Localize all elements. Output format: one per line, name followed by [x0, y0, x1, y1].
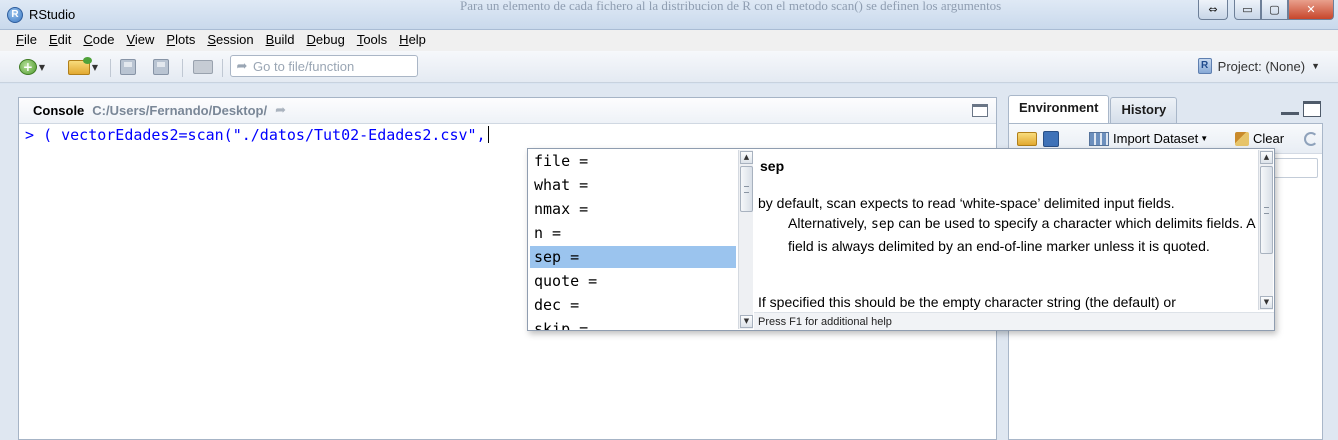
- window-title: RStudio: [29, 7, 76, 22]
- help-footer: Press F1 for additional help: [754, 312, 1274, 330]
- import-dataset-label: Import Dataset: [1113, 131, 1199, 146]
- maximize-pane-icon[interactable]: [1303, 101, 1321, 117]
- tab-environment[interactable]: Environment: [1008, 95, 1110, 123]
- grid-icon: [1089, 131, 1109, 146]
- completion-item[interactable]: quote =: [530, 270, 736, 292]
- maximize-pane-icon[interactable]: [972, 104, 988, 117]
- help-argument-name: sep: [760, 158, 785, 174]
- window-controls: ⇔ ▭ ▢ ✕: [1198, 0, 1334, 21]
- go-to-directory-icon[interactable]: ➦: [275, 103, 286, 118]
- menu-help[interactable]: Help: [393, 30, 432, 51]
- help-scrollbar[interactable]: ▲ ▼: [1258, 150, 1273, 310]
- chevron-down-icon: ▼: [1311, 61, 1320, 71]
- broom-icon: [1235, 131, 1249, 146]
- dropdown-arrow-icon: ▼: [1200, 134, 1209, 143]
- text-cursor: [487, 126, 489, 143]
- scroll-up-icon[interactable]: ▲: [1260, 151, 1273, 164]
- menu-bar: File Edit Code View Plots Session Build …: [0, 30, 1338, 51]
- help-panel: sep by default, scan expects to read ‘wh…: [754, 149, 1274, 312]
- project-label: Project: (None): [1217, 58, 1306, 74]
- save-button[interactable]: [118, 57, 138, 77]
- menu-tools[interactable]: Tools: [351, 30, 393, 51]
- load-workspace-icon[interactable]: [1017, 132, 1037, 146]
- menu-plots[interactable]: Plots: [160, 30, 201, 51]
- main-toolbar: + ▼ ▼: [0, 51, 1338, 83]
- go-to-file-input[interactable]: ➦ Go to file/function: [230, 55, 418, 77]
- console-input-text: ( vectorEdades2=scan("./datos/Tut02-Edad…: [43, 126, 486, 144]
- open-file-button[interactable]: ▼: [62, 56, 104, 77]
- menu-code[interactable]: Code: [77, 30, 120, 51]
- pane-tabs: Environment History: [1008, 95, 1323, 123]
- completion-item[interactable]: file =: [530, 150, 736, 172]
- background-window-text: Para un elemento de cada fichero al la d…: [460, 0, 1002, 13]
- help-text-line: If specified this should be the empty ch…: [758, 294, 1176, 310]
- go-to-placeholder: Go to file/function: [253, 58, 355, 74]
- save-all-button[interactable]: [150, 57, 172, 77]
- new-file-icon: +: [18, 59, 37, 75]
- console-input-line[interactable]: > ( vectorEdades2=scan("./datos/Tut02-Ed…: [25, 126, 489, 144]
- help-text-paragraph: Alternatively, sep can be used to specif…: [788, 215, 1255, 254]
- autocomplete-popup: file = what = nmax = n = sep = quote = d…: [527, 148, 1275, 331]
- dropdown-arrow-icon: ▼: [91, 62, 99, 72]
- scroll-down-icon[interactable]: ▼: [740, 315, 753, 328]
- import-dataset-button[interactable]: Import Dataset ▼: [1089, 131, 1208, 146]
- scroll-up-icon[interactable]: ▲: [740, 151, 753, 164]
- menu-debug[interactable]: Debug: [301, 30, 351, 51]
- console-label: Console: [33, 103, 85, 118]
- maximize-button[interactable]: ▢: [1261, 0, 1288, 20]
- clear-button[interactable]: Clear: [1235, 131, 1284, 146]
- clear-label: Clear: [1253, 131, 1285, 146]
- dropdown-arrow-icon: ▼: [38, 62, 46, 72]
- console-header: Console C:/Users/Fernando/Desktop/ ➦: [19, 98, 996, 124]
- refresh-icon[interactable]: [1304, 132, 1318, 146]
- help-text-line: by default, scan expects to read ‘white-…: [758, 195, 1175, 211]
- switch-window-button[interactable]: ⇔: [1198, 0, 1228, 20]
- pane-controls: [1281, 101, 1321, 117]
- scrollbar-thumb[interactable]: [1260, 166, 1273, 254]
- save-all-icon: [153, 59, 169, 75]
- completion-item[interactable]: skip =: [530, 318, 736, 330]
- title-bar: R RStudio Para un elemento de cada fiche…: [0, 0, 1338, 30]
- completion-item[interactable]: what =: [530, 174, 736, 196]
- menu-view[interactable]: View: [120, 30, 160, 51]
- toolbar-separator: [182, 59, 183, 77]
- minimize-pane-icon[interactable]: [1281, 101, 1299, 115]
- go-to-arrow-icon: ➦: [236, 58, 248, 74]
- toolbar-separator: [222, 59, 223, 77]
- project-menu[interactable]: R Project: (None) ▼: [1197, 58, 1320, 74]
- minimize-button[interactable]: ▭: [1234, 0, 1261, 20]
- completion-item[interactable]: n =: [530, 222, 736, 244]
- menu-build[interactable]: Build: [260, 30, 301, 51]
- save-icon: [120, 59, 136, 75]
- menu-file[interactable]: File: [10, 30, 43, 51]
- menu-edit[interactable]: Edit: [43, 30, 77, 51]
- new-file-button[interactable]: + ▼: [14, 57, 50, 77]
- print-button[interactable]: [192, 57, 214, 77]
- tab-history[interactable]: History: [1110, 97, 1178, 123]
- scroll-down-icon[interactable]: ▼: [1260, 296, 1273, 309]
- close-button[interactable]: ✕: [1288, 0, 1334, 20]
- print-icon: [193, 60, 213, 74]
- completion-item[interactable]: nmax =: [530, 198, 736, 220]
- open-folder-icon: [67, 56, 92, 75]
- working-directory-path: C:/Users/Fernando/Desktop/: [92, 103, 268, 118]
- menu-session[interactable]: Session: [201, 30, 259, 51]
- scrollbar-thumb[interactable]: [740, 166, 753, 212]
- rstudio-logo-icon: R: [7, 7, 23, 23]
- console-prompt: >: [25, 126, 44, 144]
- completion-list: file = what = nmax = n = sep = quote = d…: [528, 149, 738, 330]
- completion-scrollbar[interactable]: ▲ ▼: [738, 150, 753, 329]
- completion-item[interactable]: dec =: [530, 294, 736, 316]
- toolbar-separator: [110, 59, 111, 77]
- project-icon: R: [1197, 58, 1212, 74]
- save-workspace-icon[interactable]: [1043, 131, 1059, 147]
- completion-item-selected[interactable]: sep =: [530, 246, 736, 268]
